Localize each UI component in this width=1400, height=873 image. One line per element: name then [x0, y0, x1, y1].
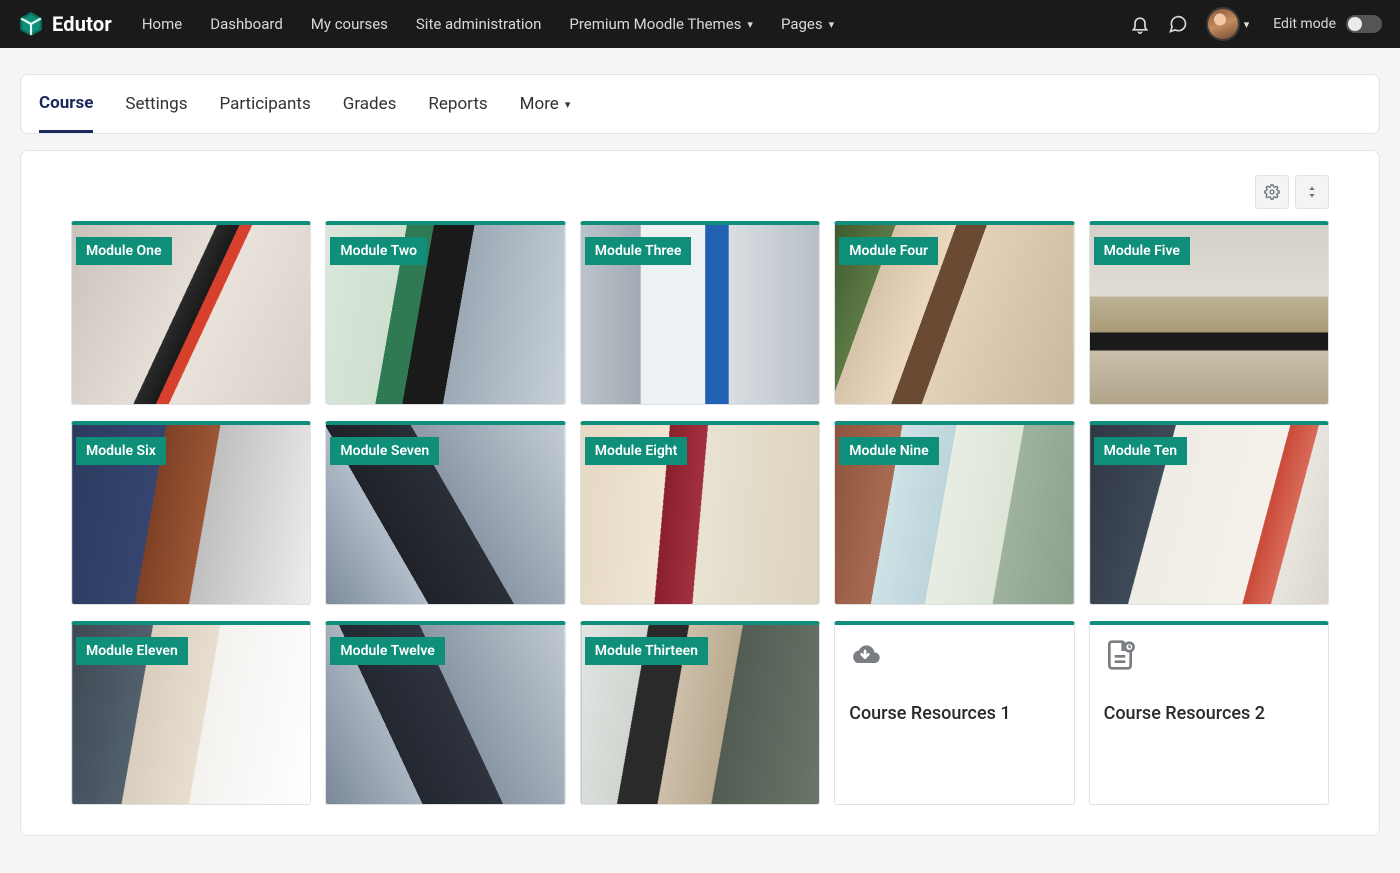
nav-link-label: Premium Moodle Themes [569, 15, 741, 33]
module-badge: Module Eight [585, 437, 688, 465]
module-badge: Module Eleven [76, 637, 188, 665]
nav-link-label: Site administration [416, 15, 541, 33]
nav-right: ▾ Edit mode [1130, 7, 1382, 41]
tile-module[interactable]: Module Two [325, 221, 565, 405]
messages-icon[interactable] [1168, 14, 1188, 34]
module-badge: Module Five [1094, 237, 1190, 265]
nav-link-premium-moodle-themes[interactable]: Premium Moodle Themes ▾ [569, 15, 753, 33]
course-content: Module One Module Two Module Three Module F… [20, 150, 1380, 836]
edit-mode-switch[interactable] [1346, 15, 1382, 33]
resource-title: Course Resources 1 [849, 703, 1059, 724]
file-icon [1104, 639, 1314, 675]
tab-label: Grades [343, 94, 397, 114]
module-badge: Module Twelve [330, 637, 444, 665]
edit-mode-label: Edit mode [1273, 16, 1336, 32]
top-nav: Edutor Home Dashboard My courses Site admin… [0, 0, 1400, 48]
chevron-down-icon: ▾ [1244, 18, 1250, 31]
chevron-down-icon: ▾ [747, 18, 753, 31]
tile-module[interactable]: Module Thirteen [580, 621, 820, 805]
tab-course[interactable]: Course [39, 75, 93, 133]
chevron-down-icon: ▾ [565, 98, 571, 111]
notifications-icon[interactable] [1130, 14, 1150, 34]
tile-resource[interactable]: Course Resources 1 [834, 621, 1074, 805]
module-badge: Module Seven [330, 437, 439, 465]
tile-resource[interactable]: Course Resources 2 [1089, 621, 1329, 805]
tab-label: Settings [125, 94, 187, 114]
tab-participants[interactable]: Participants [219, 75, 310, 133]
tile-module[interactable]: Module Three [580, 221, 820, 405]
brand-logo-icon [18, 11, 44, 37]
download-icon [849, 639, 1059, 675]
nav-link-site-administration[interactable]: Site administration [416, 15, 541, 33]
nav-link-dashboard[interactable]: Dashboard [210, 15, 283, 33]
edit-mode-toggle: Edit mode [1273, 15, 1382, 33]
tab-label: Course [39, 93, 93, 113]
expand-collapse-icon [1304, 184, 1320, 200]
tab-reports[interactable]: Reports [428, 75, 487, 133]
tile-module[interactable]: Module Eight [580, 421, 820, 605]
module-badge: Module Thirteen [585, 637, 708, 665]
tab-grades[interactable]: Grades [343, 75, 397, 133]
module-badge: Module Ten [1094, 437, 1188, 465]
module-badge: Module Two [330, 237, 427, 265]
nav-link-label: Dashboard [210, 15, 283, 33]
course-tabbar: Course Settings Participants Grades Reports M… [20, 74, 1380, 134]
user-menu[interactable]: ▾ [1206, 7, 1250, 41]
nav-link-pages[interactable]: Pages ▾ [781, 15, 834, 33]
nav-link-home[interactable]: Home [142, 15, 182, 33]
page: Course Settings Participants Grades Reports M… [0, 74, 1400, 866]
brand-name: Edutor [52, 12, 112, 36]
tile-module[interactable]: Module Five [1089, 221, 1329, 405]
tile-module[interactable]: Module Seven [325, 421, 565, 605]
tab-more[interactable]: More ▾ [520, 75, 571, 133]
chevron-down-icon: ▾ [829, 18, 835, 31]
gear-icon [1264, 184, 1280, 200]
module-badge: Module Six [76, 437, 166, 465]
module-badge: Module Four [839, 237, 938, 265]
module-badge: Module Three [585, 237, 692, 265]
settings-button[interactable] [1255, 175, 1289, 209]
tile-module[interactable]: Module Twelve [325, 621, 565, 805]
tile-grid: Module One Module Two Module Three Module F… [71, 221, 1329, 805]
nav-link-label: Pages [781, 15, 823, 33]
nav-links: Home Dashboard My courses Site administrati… [142, 15, 1130, 33]
brand[interactable]: Edutor [18, 11, 112, 37]
tile-module[interactable]: Module Four [834, 221, 1074, 405]
tile-module[interactable]: Module Ten [1089, 421, 1329, 605]
module-badge: Module One [76, 237, 172, 265]
avatar [1206, 7, 1240, 41]
nav-link-label: Home [142, 15, 182, 33]
tile-module[interactable]: Module One [71, 221, 311, 405]
tab-label: Reports [428, 94, 487, 114]
tile-toolbar [71, 175, 1329, 209]
tab-settings[interactable]: Settings [125, 75, 187, 133]
tab-label: Participants [219, 94, 310, 114]
nav-link-my-courses[interactable]: My courses [311, 15, 388, 33]
tile-module[interactable]: Module Nine [834, 421, 1074, 605]
tile-module[interactable]: Module Six [71, 421, 311, 605]
nav-link-label: My courses [311, 15, 388, 33]
expand-collapse-button[interactable] [1295, 175, 1329, 209]
tile-module[interactable]: Module Eleven [71, 621, 311, 805]
tab-label: More [520, 94, 559, 114]
resource-title: Course Resources 2 [1104, 703, 1314, 724]
module-badge: Module Nine [839, 437, 938, 465]
